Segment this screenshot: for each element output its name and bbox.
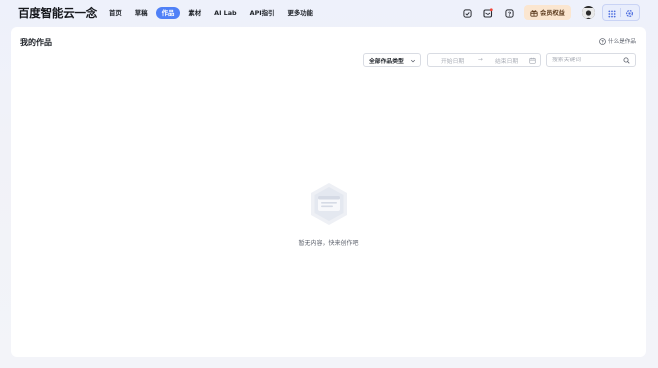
nav-item-more-features[interactable]: 更多功能 bbox=[282, 7, 318, 19]
empty-state-message: 暂无内容，快来创作吧 bbox=[298, 240, 359, 247]
nav-item-drafts[interactable]: 草稿 bbox=[130, 7, 153, 19]
chevron-down-icon bbox=[410, 59, 416, 63]
help-chat-icon[interactable] bbox=[502, 6, 516, 20]
edit-check-icon[interactable] bbox=[460, 6, 474, 20]
keyword-search-box bbox=[546, 53, 636, 67]
divider bbox=[620, 8, 621, 17]
end-date-input[interactable]: 结束日期 bbox=[495, 56, 518, 65]
page-title: 我的作品 bbox=[20, 38, 52, 47]
help-link-label: 什么是作品 bbox=[608, 39, 636, 45]
settings-gear-icon[interactable] bbox=[625, 3, 634, 22]
work-type-select-value: 全部作品类型 bbox=[369, 58, 404, 65]
top-navigation-bar: 百度智能云一念 首页 草稿 作品 素材 AI Lab API指引 更多功能 会员… bbox=[0, 0, 658, 26]
start-date-input[interactable]: 开始日期 bbox=[441, 56, 464, 65]
empty-state-illustration bbox=[311, 183, 347, 225]
main-nav: 首页 草稿 作品 素材 AI Lab API指引 更多功能 bbox=[104, 7, 321, 19]
search-input[interactable] bbox=[547, 57, 617, 63]
member-benefits-button[interactable]: 会员权益 bbox=[524, 5, 571, 20]
nav-item-works[interactable]: 作品 bbox=[155, 7, 181, 19]
apps-grid-icon[interactable] bbox=[608, 3, 616, 22]
toolbar-icons bbox=[460, 6, 523, 20]
apps-switcher bbox=[602, 4, 640, 21]
member-benefits-label: 会员权益 bbox=[540, 10, 565, 17]
nav-item-api-guide[interactable]: API指引 bbox=[245, 7, 280, 19]
nav-item-home[interactable]: 首页 bbox=[104, 7, 127, 19]
date-range-picker[interactable]: 开始日期 → 结束日期 bbox=[427, 53, 541, 67]
search-icon[interactable] bbox=[623, 57, 630, 64]
calendar-icon bbox=[529, 57, 536, 64]
user-avatar[interactable] bbox=[582, 6, 595, 19]
nav-item-materials[interactable]: 素材 bbox=[183, 7, 206, 19]
nav-item-ai-lab[interactable]: AI Lab bbox=[209, 7, 242, 19]
works-panel: 我的作品 什么是作品 全部作品类型 开始日期 → 结束日期 暂无内容，快来创作吧 bbox=[11, 27, 646, 357]
question-circle-icon bbox=[599, 37, 606, 45]
what-is-works-link[interactable]: 什么是作品 bbox=[599, 37, 636, 45]
brand-logo[interactable]: 百度智能云一念 bbox=[18, 5, 97, 21]
gift-icon bbox=[530, 9, 538, 17]
date-separator: → bbox=[478, 57, 483, 63]
message-notification-icon[interactable] bbox=[481, 6, 495, 20]
work-type-select[interactable]: 全部作品类型 bbox=[363, 53, 421, 67]
